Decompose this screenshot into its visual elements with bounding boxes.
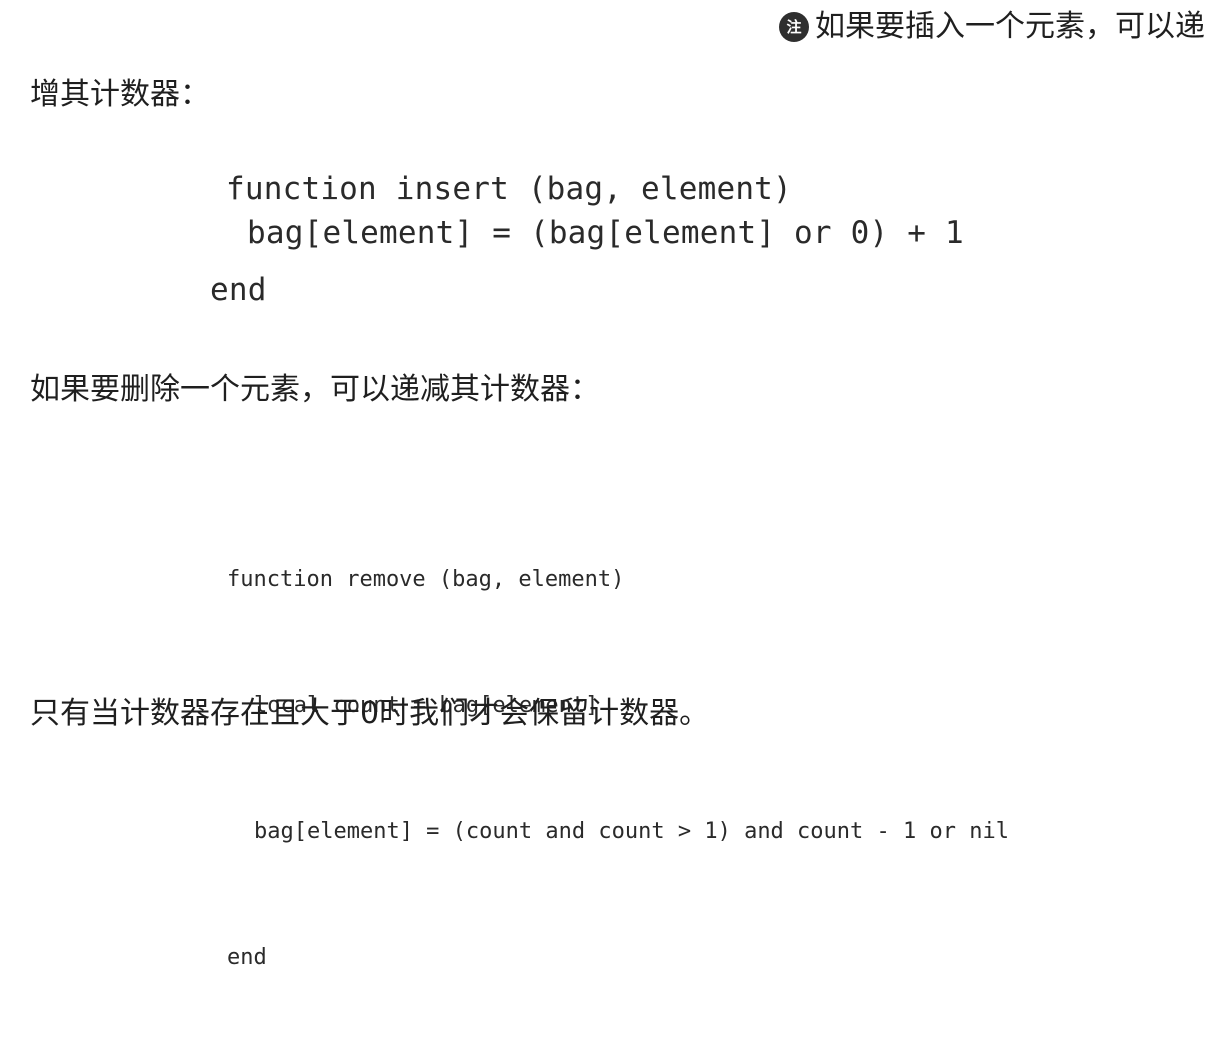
code-line: end	[210, 272, 267, 308]
code-line: end	[227, 945, 267, 970]
code-line: bag[element] = (count and count > 1) and…	[254, 819, 1009, 844]
code-line: function remove (bag, element)	[227, 567, 625, 592]
remove-code-block: function remove (bag, element) local cou…	[227, 475, 1009, 1063]
code-line: bag[element] = (bag[element] or 0) + 1	[247, 215, 964, 251]
note-badge-icon: 注	[779, 12, 809, 42]
note-line: 注 如果要插入一个元素，可以递	[779, 8, 1205, 46]
remove-intro-paragraph: 如果要删除一个元素，可以递减其计数器：	[30, 372, 600, 407]
note-text: 如果要插入一个元素，可以递	[815, 9, 1205, 44]
document-page: 注 如果要插入一个元素，可以递 增其计数器： function insert (…	[0, 0, 1225, 970]
conclusion-paragraph: 只有当计数器存在且大于0时我们才会保留计数器。	[30, 696, 710, 731]
insert-code-block: function insert (bag, element) bag[eleme…	[0, 0, 964, 308]
code-line: function insert (bag, element)	[226, 171, 792, 207]
